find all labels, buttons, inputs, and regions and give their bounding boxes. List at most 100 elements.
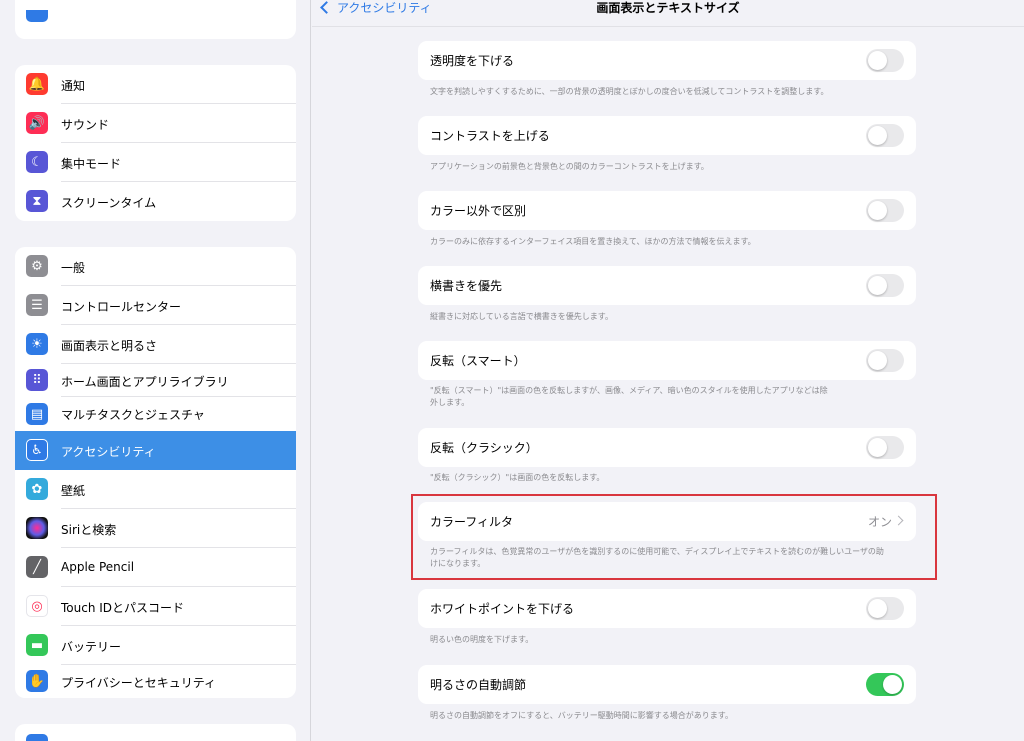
sidebar-group-notifications: 🔔 通知 🔊 サウンド ☾ 集中モード ⧗ スクリーンタイム: [15, 65, 296, 221]
toggle-switch[interactable]: [866, 124, 904, 147]
sidebar-item-label: Apple Pencil: [61, 560, 135, 574]
app-store-icon: [26, 734, 48, 741]
setting-label: ホワイトポイントを下げる: [430, 602, 575, 616]
setting-label: 透明度を下げる: [430, 54, 515, 68]
sidebar-item-display[interactable]: ☀ 画面表示と明るさ: [15, 325, 296, 364]
sidebar: 設定 🔔 通知 🔊 サウンド ☾ 集中モード ⧗ スクリーンタイム ⚙: [0, 0, 311, 741]
sidebar-item-apple-pencil[interactable]: ╱ Apple Pencil: [15, 548, 296, 587]
toggle-switch[interactable]: [866, 274, 904, 297]
siri-icon: [26, 517, 48, 539]
setting-label: カラー以外で区別: [430, 204, 527, 218]
toggle-switch[interactable]: [866, 349, 904, 372]
setting-description: カラーのみに依存するインターフェイス項目を置き換えて、ほかの方法で情報を伝えます…: [430, 237, 756, 246]
grid-icon: ⠿: [26, 369, 48, 391]
toggle-knob: [883, 675, 902, 694]
sidebar-item-focus[interactable]: ☾ 集中モード: [15, 143, 296, 182]
setting-differentiate-without-color: カラー以外で区別: [418, 191, 916, 230]
pencil-icon: ╱: [26, 556, 48, 578]
setting-classic-invert: 反転（クラシック）: [418, 428, 916, 467]
sidebar-item-label: 集中モード: [61, 157, 122, 171]
sidebar-item-partial-bottom[interactable]: [15, 724, 296, 741]
sidebar-item-label: Siriと検索: [61, 523, 117, 537]
sidebar-item-label: サウンド: [61, 118, 110, 132]
setting-description: 文字を判読しやすくするために、一部の背景の透明度とぼかしの度合いを低減してコント…: [430, 87, 829, 96]
sidebar-item-label: アクセシビリティ: [61, 445, 156, 459]
accessibility-icon: ♿: [26, 439, 48, 461]
sidebar-item-touch-id[interactable]: ◎ Touch IDとパスコード: [15, 587, 296, 626]
setting-label: 明るさの自動調節: [430, 678, 527, 692]
app-icon: [26, 10, 48, 22]
setting-description: "反転（クラシック）"は画面の色を反転します。: [430, 473, 605, 482]
sidebar-item-partial[interactable]: [15, 0, 296, 39]
sidebar-item-label: スクリーンタイム: [61, 196, 157, 210]
hand-icon: ✋: [26, 670, 48, 692]
toggle-knob: [868, 599, 887, 618]
setting-description: アプリケーションの前景色と背景色との間のカラーコントラストを上げます。: [430, 162, 709, 171]
setting-label: 横書きを優先: [430, 279, 503, 293]
sidebar-item-home-screen[interactable]: ⠿ ホーム画面とアプリライブラリ: [15, 364, 296, 397]
highlight-box: [411, 494, 937, 580]
sidebar-item-control-center[interactable]: ☰ コントロールセンター: [15, 286, 296, 325]
setting-smart-invert: 反転（スマート）: [418, 341, 916, 380]
sidebar-item-wallpaper[interactable]: ✿ 壁紙: [15, 470, 296, 509]
sidebar-item-siri[interactable]: Siriと検索: [15, 509, 296, 548]
flower-icon: ✿: [26, 478, 48, 500]
sidebar-item-privacy[interactable]: ✋ プライバシーとセキュリティ: [15, 665, 296, 698]
page-title: 画面表示とテキストサイズ: [596, 1, 740, 15]
setting-description: 明るい色の明度を下げます。: [430, 635, 534, 644]
multitask-icon: ▤: [26, 403, 48, 425]
speaker-icon: 🔊: [26, 112, 48, 134]
setting-description: "反転（スマート）"は画面の色を反転しますが、画像、メディア、暗い色のスタイルを…: [430, 386, 828, 407]
toggle-switch[interactable]: [866, 49, 904, 72]
sidebar-item-label: Touch IDとパスコード: [61, 601, 185, 615]
sidebar-item-label: 壁紙: [61, 484, 86, 498]
toggle-knob: [868, 201, 887, 220]
sidebar-item-label: バッテリー: [61, 640, 122, 654]
setting-description: 明るさの自動調節をオフにすると、バッテリー駆動時間に影響する場合があります。: [430, 711, 733, 720]
sidebar-group-top: [15, 0, 296, 39]
sidebar-item-label: マルチタスクとジェスチャ: [61, 408, 205, 422]
toggle-switch[interactable]: [866, 597, 904, 620]
bell-icon: 🔔: [26, 73, 48, 95]
setting-prefer-horizontal-text: 横書きを優先: [418, 266, 916, 305]
toggle-switch[interactable]: [866, 673, 904, 696]
sidebar-group-general: ⚙ 一般 ☰ コントロールセンター ☀ 画面表示と明るさ ⠿ ホーム画面とアプリ…: [15, 247, 296, 698]
battery-icon: ▬: [26, 634, 48, 656]
setting-reduce-white-point: ホワイトポイントを下げる: [418, 589, 916, 628]
setting-increase-contrast: コントラストを上げる: [418, 116, 916, 155]
sidebar-item-label: コントロールセンター: [61, 300, 182, 314]
sidebar-item-notifications[interactable]: 🔔 通知: [15, 65, 296, 104]
sidebar-group-bottom: [15, 724, 296, 741]
toggle-switch[interactable]: [866, 199, 904, 222]
moon-icon: ☾: [26, 151, 48, 173]
sidebar-item-label: 画面表示と明るさ: [61, 339, 158, 353]
sidebar-item-general[interactable]: ⚙ 一般: [15, 247, 296, 286]
fingerprint-icon: ◎: [26, 595, 48, 617]
setting-description: 縦書きに対応している言語で横書きを優先します。: [430, 312, 613, 321]
setting-label: 反転（スマート）: [430, 354, 526, 368]
toggle-knob: [868, 51, 887, 70]
gear-icon: ⚙: [26, 255, 48, 277]
toggle-knob: [868, 126, 887, 145]
toggle-knob: [868, 438, 887, 457]
toggle-switch[interactable]: [866, 436, 904, 459]
sidebar-item-sound[interactable]: 🔊 サウンド: [15, 104, 296, 143]
sidebar-item-label: プライバシーとセキュリティ: [61, 676, 217, 690]
toggle-knob: [868, 351, 887, 370]
sun-icon: ☀: [26, 333, 48, 355]
sidebar-item-battery[interactable]: ▬ バッテリー: [15, 626, 296, 665]
sidebar-item-screen-time[interactable]: ⧗ スクリーンタイム: [15, 182, 296, 221]
setting-label: コントラストを上げる: [430, 129, 550, 143]
switches-icon: ☰: [26, 294, 48, 316]
sidebar-item-label: 一般: [61, 261, 86, 275]
sidebar-item-multitasking[interactable]: ▤ マルチタスクとジェスチャ: [15, 397, 296, 431]
setting-auto-brightness: 明るさの自動調節: [418, 665, 916, 704]
toggle-knob: [868, 276, 887, 295]
setting-label: 反転（クラシック）: [430, 441, 538, 455]
sidebar-item-accessibility[interactable]: ♿ アクセシビリティ: [15, 431, 296, 470]
sidebar-item-label: 通知: [61, 79, 86, 93]
setting-reduce-transparency: 透明度を下げる: [418, 41, 916, 80]
hourglass-icon: ⧗: [26, 190, 48, 212]
header-divider: [312, 26, 1024, 27]
sidebar-item-label: ホーム画面とアプリライブラリ: [61, 375, 229, 389]
